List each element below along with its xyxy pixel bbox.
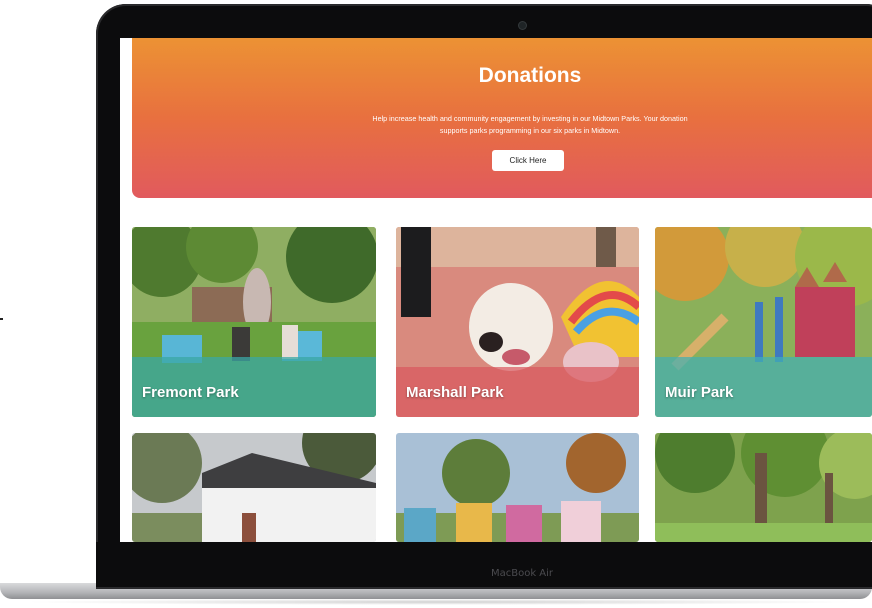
camera-icon [519,22,526,29]
park-card-6[interactable] [655,433,872,542]
park-card-fremont[interactable]: Fremont Park [132,227,376,417]
laptop-bottom-bezel: MacBook Air [96,542,872,587]
banner-title: Donations [478,64,582,87]
donations-banner: Donations Help increase health and commu… [132,38,872,198]
park-photo-house [132,433,376,542]
banner-description: Help increase health and community engag… [372,114,688,135]
edge-mark [0,318,3,320]
device-label: MacBook Air [490,568,554,579]
park-card-5[interactable] [396,433,639,542]
park-name: Fremont Park [142,384,239,401]
park-photo-letters [396,433,639,542]
laptop-shadow [20,599,860,605]
park-name: Muir Park [665,384,734,401]
park-photo-trees [655,433,872,542]
laptop-screen: Donations Help increase health and commu… [120,38,872,542]
park-name: Marshall Park [406,384,504,401]
park-card-marshall[interactable]: Marshall Park [396,227,639,417]
park-card-4[interactable] [132,433,376,542]
park-card-muir[interactable]: Muir Park [655,227,872,417]
donate-button[interactable]: Click Here [492,150,564,171]
